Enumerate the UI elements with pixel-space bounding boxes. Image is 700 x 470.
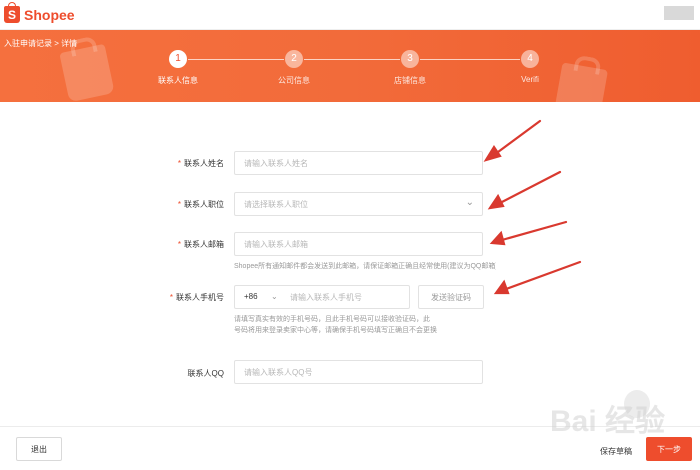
baidu-watermark: Bai 经验 bbox=[550, 405, 666, 438]
red-arrow-head bbox=[493, 279, 510, 295]
red-arrow-head bbox=[487, 193, 505, 210]
red-arrow-head bbox=[489, 230, 506, 246]
exit-button[interactable]: 退出 bbox=[16, 437, 62, 461]
save-draft-button[interactable]: 保存草稿 bbox=[586, 439, 646, 463]
red-arrow-annotation bbox=[500, 220, 568, 242]
red-arrow-annotation bbox=[504, 260, 582, 291]
red-arrow-annotation bbox=[498, 170, 562, 205]
red-arrow-annotation bbox=[492, 119, 542, 157]
red-arrow-head bbox=[483, 144, 502, 162]
next-step-button[interactable]: 下一步 bbox=[646, 437, 692, 461]
